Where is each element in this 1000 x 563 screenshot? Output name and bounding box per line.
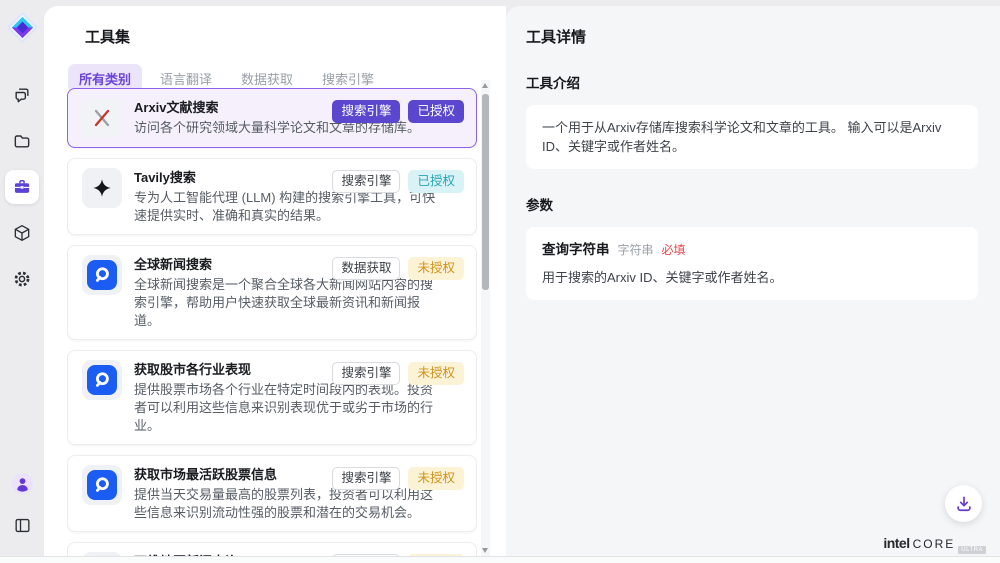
tool-description: 专为人工智能代理 (LLM) 构建的搜索引擎工具，可快速提供实时、准确和真实的结… (134, 189, 440, 225)
rail-nav (0, 78, 44, 296)
auth-badge: 已授权 (408, 170, 464, 193)
intro-text: 一个用于从Arxiv存储库搜索科学论文和文章的工具。 输入可以是Arxiv ID… (542, 120, 941, 154)
scrollbar-down-arrow-icon[interactable] (482, 548, 488, 553)
tool-description: 全球新闻搜索是一个聚合全球各大新闻网站内容的搜索引擎，帮助用户快速获取全球最新资… (134, 276, 440, 330)
param-description: 用于搜索的Arxiv ID、关键字或作者姓名。 (542, 268, 962, 287)
param-name: 查询字符串 (542, 240, 610, 259)
tool-card[interactable]: 获取股市各行业表现 提供股票市场各个行业在特定时间段内的表现。投资者可以利用这些… (67, 350, 477, 445)
tool-card[interactable]: 获取市场最活跃股票信息 提供当天交易量最高的股票列表，投资者可以利用这些信息来识… (67, 455, 477, 532)
tool-icon (82, 98, 122, 138)
param-required-flag: 必填 (662, 241, 686, 260)
tool-list: Arxiv文献搜索 访问各个研究领域大量科学论文和文章的存储库。 搜索引擎 已授… (67, 88, 477, 556)
tool-icon (82, 465, 122, 505)
intro-heading: 工具介绍 (526, 72, 978, 92)
intel-core-logo: intel core ultra (883, 535, 986, 551)
category-badge: 搜索引擎 (332, 100, 400, 123)
tool-card[interactable]: Tavily搜索 专为人工智能代理 (LLM) 构建的搜索引擎工具，可快速提供实… (67, 158, 477, 235)
auth-badge: 未授权 (408, 362, 464, 385)
auth-badge: 已授权 (408, 100, 464, 123)
ultra-badge: ultra (958, 546, 986, 554)
chat-icon[interactable] (5, 78, 39, 112)
tool-icon (82, 360, 122, 400)
list-scrollbar[interactable] (481, 80, 490, 556)
toolbox-icon[interactable] (5, 170, 39, 204)
tool-icon (82, 255, 122, 295)
detail-title: 工具详情 (526, 26, 978, 47)
tool-card[interactable]: Arxiv文献搜索 访问各个研究领域大量科学论文和文章的存储库。 搜索引擎 已授… (67, 88, 477, 148)
panel-toggle-icon[interactable] (5, 508, 39, 542)
tool-description: 提供股票市场各个行业在特定时间段内的表现。投资者可以利用这些信息来识别表现优于或… (134, 381, 440, 435)
tools-panel: 工具集 所有类别 语言翻译 数据获取 搜索引擎 Arxiv文献搜索 访问各个研究… (44, 6, 506, 556)
page-title: 工具集 (85, 26, 506, 47)
folder-icon[interactable] (5, 124, 39, 158)
auth-badge: 未授权 (408, 257, 464, 280)
user-avatar[interactable] (5, 466, 39, 500)
left-rail (0, 0, 44, 556)
intro-box: 一个用于从Arxiv存储库搜索科学论文和文章的工具。 输入可以是Arxiv ID… (526, 105, 978, 169)
tool-card[interactable]: 万维地区新闻查询 查询具体行政区划内的新闻，快速了解各地新闻动 搜索引擎 未授权 (67, 542, 477, 556)
category-badge: 数据获取 (332, 257, 400, 280)
window-bottom-edge (0, 556, 1000, 563)
download-button[interactable] (945, 485, 982, 522)
tool-card[interactable]: 全球新闻搜索 全球新闻搜索是一个聚合全球各大新闻网站内容的搜索引擎，帮助用户快速… (67, 245, 477, 340)
params-heading: 参数 (526, 194, 978, 214)
rail-bottom (0, 466, 44, 542)
tool-description: 提供当天交易量最高的股票列表，投资者可以利用这些信息来识别流动性强的股票和潜在的… (134, 486, 440, 522)
intel-wordmark: intel (883, 535, 909, 551)
category-badge: 搜索引擎 (332, 362, 400, 385)
auth-badge: 未授权 (408, 467, 464, 490)
download-icon (954, 494, 974, 514)
tool-icon (82, 168, 122, 208)
scrollbar-up-arrow-icon[interactable] (482, 83, 488, 88)
category-badge: 搜索引擎 (332, 170, 400, 193)
tool-detail-panel: 工具详情 工具介绍 一个用于从Arxiv存储库搜索科学论文和文章的工具。 输入可… (506, 6, 1000, 556)
app-logo-icon (6, 11, 39, 44)
settings-icon[interactable] (5, 262, 39, 296)
scrollbar-thumb[interactable] (482, 94, 489, 290)
package-icon[interactable] (5, 216, 39, 250)
param-type: 字符串 (618, 241, 654, 260)
category-badge: 搜索引擎 (332, 467, 400, 490)
param-box: 查询字符串 字符串 必填 用于搜索的Arxiv ID、关键字或作者姓名。 (526, 227, 978, 300)
core-wordmark: core (913, 537, 956, 551)
